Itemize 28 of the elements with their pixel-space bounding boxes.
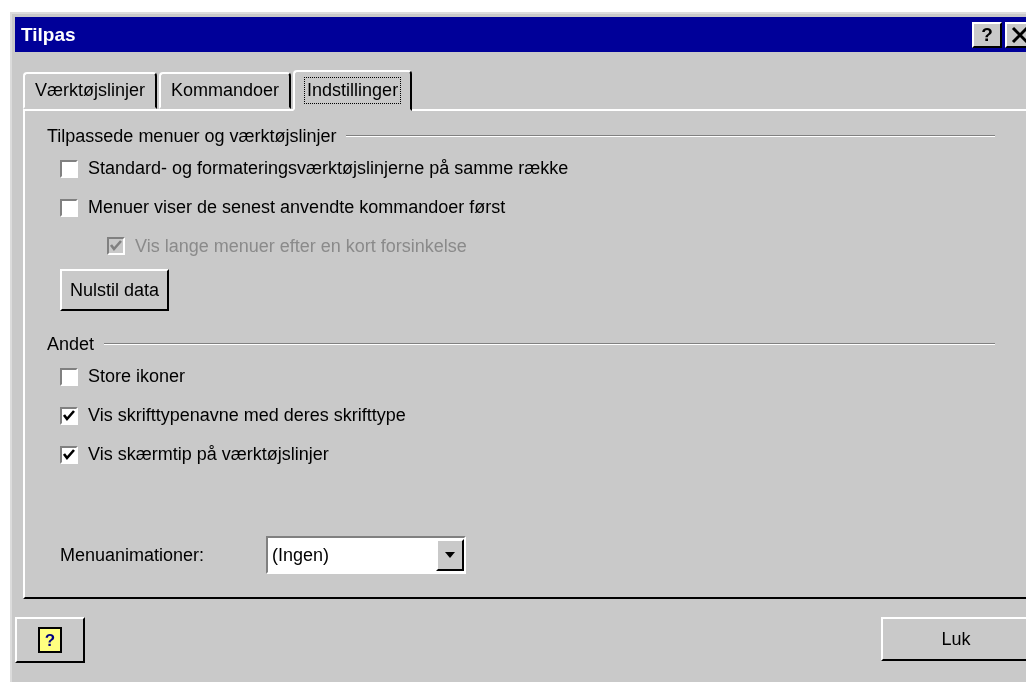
group-heading: Tilpassede menuer og værktøjslinjer: [47, 125, 337, 147]
reset-button[interactable]: Nulstil data: [60, 269, 170, 311]
checkmark-icon: [62, 408, 76, 423]
checkbox-label: Vis skærmtip på værktøjslinjer: [88, 444, 329, 465]
tab[interactable]: Indstillinger: [293, 70, 413, 111]
checkbox[interactable]: [60, 159, 78, 178]
window-title: Tilpas: [21, 23, 76, 46]
tab[interactable]: Kommandoer: [159, 72, 292, 109]
checkbox-label: Store ikoner: [88, 366, 186, 387]
close-icon: [1010, 25, 1026, 44]
close-button[interactable]: [1005, 21, 1026, 48]
close-button[interactable]: Luk: [881, 617, 1026, 661]
help-button[interactable]: ?: [15, 617, 85, 663]
checkbox[interactable]: [60, 445, 78, 464]
checkbox[interactable]: [60, 367, 78, 386]
help-button[interactable]: ?: [972, 21, 1002, 48]
checkbox[interactable]: [60, 406, 78, 425]
checkbox-label: Vis lange menuer efter en kort forsinkelse: [135, 235, 467, 257]
group-heading: Andet: [47, 333, 95, 355]
dropdown[interactable]: (Ingen): [266, 536, 466, 574]
checkbox[interactable]: [60, 198, 78, 217]
field-label: Menuanimationer:: [60, 544, 206, 566]
checkbox-label: Standard- og formateringsværktøjslinjerne på samme række: [88, 158, 569, 179]
checkbox-label: Menuer viser de senest anvendte kommandoer først: [88, 197, 506, 218]
checkmark-icon: [62, 447, 76, 462]
tab[interactable]: Værktøjslinjer: [23, 72, 157, 109]
checkmark-icon: [109, 239, 123, 253]
checkbox-label: Vis skrifttypenavne med deres skrifttype: [88, 405, 406, 426]
